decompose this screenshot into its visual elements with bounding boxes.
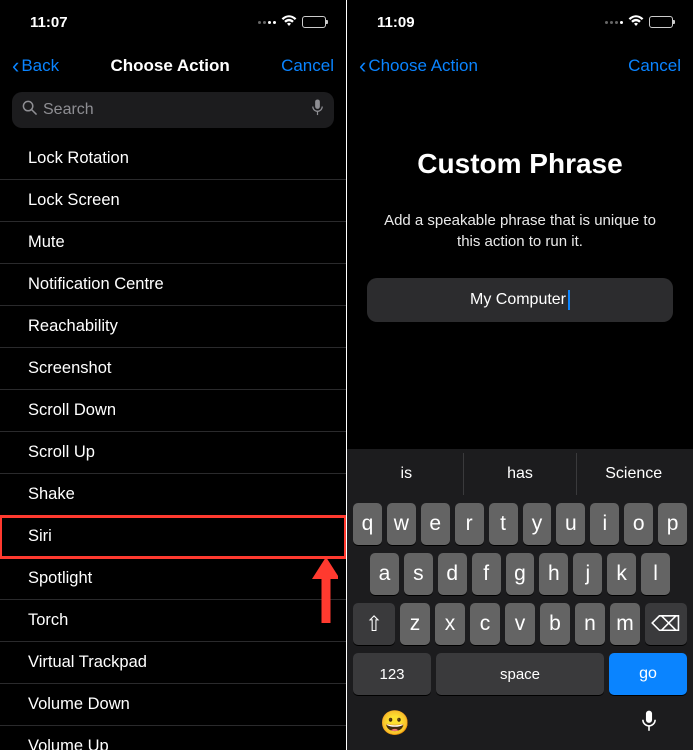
action-row-virtual-trackpad[interactable]: Virtual Trackpad <box>0 642 346 684</box>
key-o[interactable]: o <box>624 503 653 545</box>
key-b[interactable]: b <box>540 603 570 645</box>
screen-choose-action: 11:07 ‹ Back Choose Action Cancel Search <box>0 0 347 750</box>
key-u[interactable]: u <box>556 503 585 545</box>
phrase-value: My Computer <box>470 291 566 309</box>
key-numbers[interactable]: 123 <box>353 653 431 695</box>
page-title: Custom Phrase <box>417 148 622 180</box>
back-button[interactable]: ‹ Choose Action <box>359 55 478 77</box>
status-right <box>605 14 673 30</box>
key-s[interactable]: s <box>404 553 433 595</box>
text-caret <box>568 290 570 310</box>
action-row-volume-up[interactable]: Volume Up <box>0 726 346 750</box>
action-row-shake[interactable]: Shake <box>0 474 346 516</box>
action-row-lock-rotation[interactable]: Lock Rotation <box>0 138 346 180</box>
key-c[interactable]: c <box>470 603 500 645</box>
nav-bar: ‹ Back Choose Action Cancel <box>0 44 346 88</box>
dictation-button[interactable] <box>638 710 660 737</box>
action-row-reachability[interactable]: Reachability <box>0 306 346 348</box>
key-y[interactable]: y <box>523 503 552 545</box>
key-k[interactable]: k <box>607 553 636 595</box>
action-row-scroll-down[interactable]: Scroll Down <box>0 390 346 432</box>
key-d[interactable]: d <box>438 553 467 595</box>
status-bar: 11:09 <box>347 0 693 44</box>
screen-custom-phrase: 11:09 ‹ Choose Action Cancel Custom Phra… <box>347 0 694 750</box>
keyboard: is has Science qwertyuiop asdfghjkl ⇧zxc… <box>347 449 693 750</box>
battery-icon <box>649 16 673 28</box>
action-row-scroll-up[interactable]: Scroll Up <box>0 432 346 474</box>
cellular-icon <box>605 21 623 24</box>
suggestion[interactable]: Science <box>577 453 690 495</box>
key-n[interactable]: n <box>575 603 605 645</box>
cancel-button[interactable]: Cancel <box>281 56 334 76</box>
back-button[interactable]: ‹ Back <box>12 55 59 77</box>
key-backspace[interactable]: ⌫ <box>645 603 687 645</box>
action-row-torch[interactable]: Torch <box>0 600 346 642</box>
page-subtitle: Add a speakable phrase that is unique to… <box>367 210 673 252</box>
key-z[interactable]: z <box>400 603 430 645</box>
phrase-input[interactable]: My Computer <box>367 278 673 322</box>
key-w[interactable]: w <box>387 503 416 545</box>
search-input[interactable]: Search <box>12 92 334 128</box>
emoji-button[interactable]: 😀 <box>380 709 410 738</box>
key-shift[interactable]: ⇧ <box>353 603 395 645</box>
key-p[interactable]: p <box>658 503 687 545</box>
key-r[interactable]: r <box>455 503 484 545</box>
back-label: Back <box>21 56 59 76</box>
key-a[interactable]: a <box>370 553 399 595</box>
cellular-icon <box>258 21 276 24</box>
nav-bar: ‹ Choose Action Cancel <box>347 44 693 88</box>
action-row-lock-screen[interactable]: Lock Screen <box>0 180 346 222</box>
status-bar: 11:07 <box>0 0 346 44</box>
action-row-notification-centre[interactable]: Notification Centre <box>0 264 346 306</box>
status-time: 11:07 <box>30 14 68 31</box>
key-space[interactable]: space <box>436 653 604 695</box>
key-j[interactable]: j <box>573 553 602 595</box>
action-list[interactable]: Lock RotationLock ScreenMuteNotification… <box>0 138 346 750</box>
chevron-left-icon: ‹ <box>12 55 19 77</box>
search-placeholder: Search <box>43 101 311 119</box>
action-row-screenshot[interactable]: Screenshot <box>0 348 346 390</box>
key-q[interactable]: q <box>353 503 382 545</box>
suggestion[interactable]: has <box>464 453 578 495</box>
action-row-volume-down[interactable]: Volume Down <box>0 684 346 726</box>
key-x[interactable]: x <box>435 603 465 645</box>
key-h[interactable]: h <box>539 553 568 595</box>
key-l[interactable]: l <box>641 553 670 595</box>
search-icon <box>22 100 37 120</box>
wifi-icon <box>281 14 297 30</box>
action-row-mute[interactable]: Mute <box>0 222 346 264</box>
key-go[interactable]: go <box>609 653 687 695</box>
key-i[interactable]: i <box>590 503 619 545</box>
wifi-icon <box>628 14 644 30</box>
chevron-left-icon: ‹ <box>359 55 366 77</box>
back-label: Choose Action <box>368 56 478 76</box>
key-m[interactable]: m <box>610 603 640 645</box>
custom-phrase-content: Custom Phrase Add a speakable phrase tha… <box>347 88 693 449</box>
key-g[interactable]: g <box>506 553 535 595</box>
key-e[interactable]: e <box>421 503 450 545</box>
key-v[interactable]: v <box>505 603 535 645</box>
nav-title: Choose Action <box>110 56 229 76</box>
battery-icon <box>302 16 326 28</box>
suggestion[interactable]: is <box>350 453 464 495</box>
status-right <box>258 14 326 30</box>
key-t[interactable]: t <box>489 503 518 545</box>
action-row-spotlight[interactable]: Spotlight <box>0 558 346 600</box>
action-row-siri[interactable]: Siri <box>0 516 346 558</box>
key-f[interactable]: f <box>472 553 501 595</box>
status-time: 11:09 <box>377 14 415 31</box>
cancel-button[interactable]: Cancel <box>628 56 681 76</box>
mic-icon[interactable] <box>311 99 324 121</box>
suggestion-bar: is has Science <box>350 453 690 495</box>
